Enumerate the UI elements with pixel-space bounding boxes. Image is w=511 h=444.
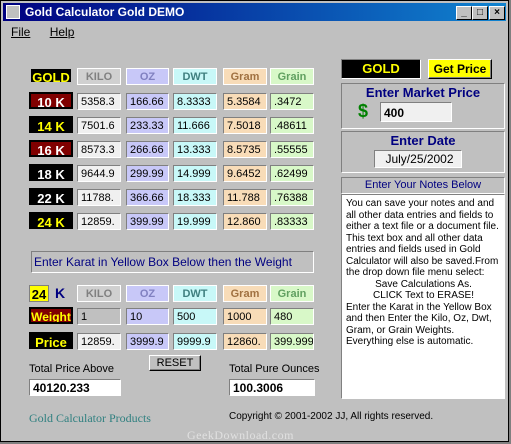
total-price-label: Total Price Above (29, 363, 114, 375)
currency-icon: $ (358, 101, 369, 121)
value-oz: 366.66 (126, 189, 169, 206)
value-kilo: 9644.9 (77, 165, 121, 182)
value-gram: 7.5018 (223, 117, 267, 134)
maximize-button[interactable]: □ (472, 6, 488, 20)
app-icon (6, 5, 20, 19)
close-button[interactable]: × (489, 6, 505, 20)
instruction-message: Enter Karat in Yellow Box Below then the… (31, 251, 314, 273)
date-box: Enter Date July/25/2002 (341, 131, 505, 173)
metal-label: GOLD (341, 59, 421, 79)
notes-line-3: CLICK Text to ERASE! (373, 290, 474, 301)
value-dwt: 13.333 (173, 141, 217, 158)
value-grain: .62499 (270, 165, 314, 182)
karat-label: 16 K (29, 140, 73, 157)
weight-gram-input[interactable]: 1000 (223, 308, 267, 325)
value-gram: 5.3584 (223, 93, 267, 110)
value-oz: 233.33 (126, 117, 169, 134)
date-title: Enter Date (390, 133, 456, 148)
weight-oz-input[interactable]: 10 (126, 308, 169, 325)
notes-textarea[interactable]: You can save your notes and and all othe… (341, 194, 505, 399)
price-label: Price (29, 332, 73, 349)
menu-help[interactable]: Help (50, 25, 75, 39)
products-link[interactable]: Gold Calculator Products (29, 411, 151, 426)
menu-file[interactable]: File (11, 25, 30, 39)
value-oz: 166.66 (126, 93, 169, 110)
karat-label: 10 K (29, 92, 73, 109)
value-dwt: 8.3333 (173, 93, 217, 110)
market-price-input[interactable]: 400 (380, 102, 452, 122)
value-kilo: 7501.6 (77, 117, 121, 134)
input-header-oz: OZ (126, 285, 169, 302)
price-dwt-value: 9999.9 (173, 333, 217, 350)
gold-label: GOLD (29, 67, 73, 84)
notes-line-4: Enter the Karat in the Yellow Box and th… (346, 301, 492, 336)
value-grain: .48611 (270, 117, 314, 134)
header-dwt: DWT (173, 68, 217, 85)
karat-input[interactable]: 24 (29, 285, 49, 302)
weight-kilo-input[interactable]: 1 (77, 308, 121, 325)
value-dwt: 14.999 (173, 165, 217, 182)
value-kilo: 5358.3 (77, 93, 121, 110)
header-kilo: KILO (77, 68, 121, 85)
total-ounces-label: Total Pure Ounces (229, 363, 320, 375)
value-grain: .76388 (270, 189, 314, 206)
price-oz-value: 3999.9 (126, 333, 169, 350)
total-price-value: 40120.233 (29, 379, 121, 396)
value-dwt: 19.999 (173, 213, 217, 230)
value-gram: 8.5735 (223, 141, 267, 158)
header-gram: Gram (223, 68, 267, 85)
copyright-text: Copyright © 2001-2002 JJ, All rights res… (229, 411, 434, 422)
value-grain: .55555 (270, 141, 314, 158)
input-header-kilo: KILO (77, 285, 121, 302)
value-gram: 9.6452 (223, 165, 267, 182)
notes-title: Enter Your Notes Below (341, 177, 505, 194)
value-kilo: 8573.3 (77, 141, 121, 158)
reset-button[interactable]: RESET (149, 355, 201, 371)
value-dwt: 11.666 (173, 117, 217, 134)
karat-label: 14 K (29, 116, 73, 133)
notes-line-2: Save Calculations As. (375, 278, 472, 290)
value-grain: .83333 (270, 213, 314, 230)
app-window: Gold Calculator Gold DEMO _ □ × File Hel… (0, 0, 509, 442)
header-oz: OZ (126, 68, 169, 85)
karat-label: 18 K (29, 164, 73, 181)
minimize-button[interactable]: _ (456, 6, 472, 20)
market-price-box: Enter Market Price $ 400 (341, 83, 505, 129)
input-header-gram: Gram (223, 285, 267, 302)
title-bar: Gold Calculator Gold DEMO _ □ × (3, 3, 506, 21)
input-header-dwt: DWT (173, 285, 217, 302)
value-dwt: 18.333 (173, 189, 217, 206)
value-oz: 399.99 (126, 213, 169, 230)
date-input[interactable]: July/25/2002 (374, 150, 462, 168)
value-kilo: 11788. (77, 189, 121, 206)
notes-line-5: Everything else is automatic. (346, 336, 474, 347)
notes-line-1: You can save your notes and and all othe… (346, 198, 499, 278)
header-grain: Grain (270, 68, 314, 85)
weight-grain-input[interactable]: 480 (270, 308, 314, 325)
value-oz: 266.66 (126, 141, 169, 158)
input-header-grain: Grain (270, 285, 314, 302)
calculator-panel: GOLD KILO OZ DWT Gram Grain 10 K 5358.3 16… (13, 57, 331, 433)
weight-dwt-input[interactable]: 500 (173, 308, 217, 325)
value-gram: 11.788 (223, 189, 267, 206)
watermark: GeekDownload.com (187, 428, 294, 442)
value-grain: .3472 (270, 93, 314, 110)
market-price-title: Enter Market Price (365, 85, 481, 100)
karat-label: 22 K (29, 188, 73, 205)
karat-label: 24 K (29, 212, 73, 229)
karat-unit-label: K (55, 285, 66, 301)
get-price-button[interactable]: Get Price (428, 59, 492, 79)
value-kilo: 12859. (77, 213, 121, 230)
price-grain-value: 399.999 (270, 333, 314, 350)
value-oz: 299.99 (126, 165, 169, 182)
price-kilo-value: 12859. (77, 333, 121, 350)
total-ounces-value: 100.3006 (229, 379, 315, 396)
window-title: Gold Calculator Gold DEMO (25, 5, 185, 19)
weight-label: Weight (29, 307, 73, 324)
value-gram: 12.860 (223, 213, 267, 230)
price-gram-value: 12860. (223, 333, 267, 350)
menu-bar: File Help (3, 23, 506, 41)
